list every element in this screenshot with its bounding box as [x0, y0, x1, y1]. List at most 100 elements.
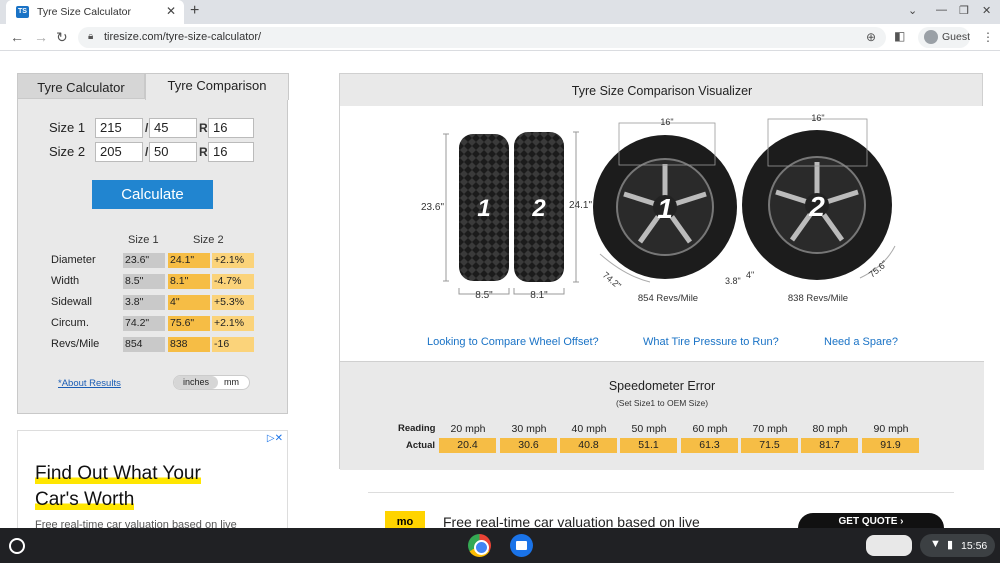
- browser-tab[interactable]: TS Tyre Size Calculator ✕: [6, 0, 184, 24]
- row-label: Circum.: [51, 317, 89, 329]
- col-size2-header: Size 2: [193, 234, 224, 246]
- size2-value: 8.1": [168, 274, 210, 289]
- size2-width-input[interactable]: 205: [95, 142, 143, 162]
- unit-toggle[interactable]: inches mm: [173, 375, 250, 390]
- profile-label: Guest: [942, 31, 971, 43]
- ad-headline: Find Out What Your Car's Worth: [35, 463, 201, 510]
- clock: 15:56: [961, 540, 988, 552]
- reading-value: 90 mph: [873, 423, 909, 435]
- reading-value: 40 mph: [571, 423, 607, 435]
- profile-button[interactable]: Guest: [918, 27, 970, 48]
- slash-separator: /: [145, 121, 149, 135]
- diff-value: -16: [212, 337, 254, 352]
- size1-value: 3.8": [123, 295, 165, 310]
- tread-1-diameter: 23.6": [421, 202, 444, 213]
- about-results-link[interactable]: *About Results: [58, 378, 121, 389]
- reload-icon[interactable]: ↻: [56, 29, 68, 46]
- size2-value: 24.1": [168, 253, 210, 268]
- need-a-spare-link[interactable]: Need a Spare?: [824, 336, 898, 348]
- wheel-1: 1 16" 74.2" 3.8" 854 Revs/Mile: [593, 117, 741, 304]
- size1-width-input[interactable]: 215: [95, 118, 143, 138]
- size2-aspect-input[interactable]: 50: [149, 142, 197, 162]
- wheel-2-circumference: 75.6": [867, 259, 889, 280]
- tire-pressure-link[interactable]: What Tire Pressure to Run?: [643, 336, 779, 348]
- reading-value: 60 mph: [692, 423, 728, 435]
- ad-text: Free real-time car valuation based on li…: [443, 514, 700, 528]
- tread-1-number: 1: [477, 195, 490, 222]
- row-label: Width: [51, 275, 80, 287]
- tyre-calculator-panel: Tyre Calculator Tyre Comparison Size 1 2…: [17, 73, 289, 414]
- system-tray[interactable]: ▼ ▮ 15:56: [920, 534, 995, 557]
- ad-choices-icon[interactable]: ▷✕: [267, 433, 283, 444]
- size1-value: 8.5": [123, 274, 165, 289]
- row-label: Revs/Mile: [51, 338, 100, 350]
- slash-separator: /: [145, 145, 149, 159]
- unit-inches-option[interactable]: inches: [174, 376, 218, 389]
- close-tab-icon[interactable]: ✕: [166, 4, 176, 18]
- wifi-icon: ▼: [930, 538, 941, 550]
- zoom-icon[interactable]: ⊕: [866, 30, 876, 44]
- close-window-icon[interactable]: ✕: [982, 4, 991, 17]
- os-taskbar: ▼ ▮ 15:56: [0, 528, 1000, 563]
- col-size1-header: Size 1: [128, 234, 159, 246]
- size1-value: 74.2": [123, 316, 165, 331]
- reading-label: Reading: [398, 423, 436, 434]
- minimize-icon[interactable]: —: [936, 4, 947, 16]
- actual-value: 61.3: [681, 438, 738, 453]
- diff-value: +2.1%: [212, 253, 254, 268]
- compare-wheel-offset-link[interactable]: Looking to Compare Wheel Offset?: [427, 336, 599, 348]
- size1-rim-input[interactable]: 16: [208, 118, 254, 138]
- launcher-icon[interactable]: [9, 538, 25, 554]
- size1-aspect-input[interactable]: 45: [149, 118, 197, 138]
- actual-value: 40.8: [560, 438, 617, 453]
- actual-label: Actual: [406, 440, 436, 451]
- speedometer-title: Speedometer Error: [608, 379, 716, 393]
- wheel-2-sidewall: 4": [746, 270, 754, 280]
- reading-value: 20 mph: [450, 423, 486, 435]
- reading-value: 70 mph: [752, 423, 788, 435]
- wheel-1-circumference: 74.2": [601, 270, 623, 291]
- address-bar: ← → ↻ 🔒︎ tiresize.com/tyre-size-calculat…: [0, 24, 1000, 51]
- chevron-down-icon[interactable]: ⌄: [908, 4, 917, 17]
- tyre-comparison-visualizer: Tyre Size Comparison Visualizer 1 2 23.6…: [339, 73, 984, 470]
- files-icon[interactable]: [510, 534, 533, 557]
- reading-value: 30 mph: [511, 423, 547, 435]
- wheel-2: 2 16" 75.6" 4" 838 Revs/Mile: [742, 113, 896, 304]
- tread-1-width: 8.5": [475, 290, 493, 301]
- calculate-button[interactable]: Calculate: [92, 180, 213, 209]
- get-quote-button[interactable]: GET QUOTE ›: [798, 513, 944, 528]
- restore-icon[interactable]: ❐: [959, 4, 969, 17]
- advertisement-left[interactable]: ▷✕ Find Out What Your Car's Worth Free r…: [17, 430, 288, 530]
- tab-tyre-calculator[interactable]: Tyre Calculator: [17, 73, 145, 99]
- tab-tyre-comparison[interactable]: Tyre Comparison: [145, 73, 289, 100]
- chrome-icon[interactable]: [468, 534, 491, 557]
- url-field[interactable]: 🔒︎ tiresize.com/tyre-size-calculator/ ⊕: [78, 27, 886, 48]
- back-icon[interactable]: ←: [10, 29, 24, 45]
- visualizer-canvas: 1 2 23.6" 24.1" 8.5" 8.1" 1 16" 74.2" 3.…: [340, 106, 984, 361]
- unit-mm-option[interactable]: mm: [224, 376, 239, 389]
- actual-value: 30.6: [500, 438, 557, 453]
- forward-icon[interactable]: →: [34, 29, 48, 45]
- wheel-2-number: 2: [808, 191, 825, 222]
- wheel-2-revs: 838 Revs/Mile: [788, 293, 848, 304]
- wheel-2-rim: 16": [811, 113, 824, 123]
- advertisement-bottom[interactable]: mo Free real-time car valuation based on…: [368, 492, 954, 528]
- wheel-1-number: 1: [657, 193, 673, 224]
- size2-value: 75.6": [168, 316, 210, 331]
- browser-tab-bar: TS Tyre Size Calculator ✕ + ⌄ — ❐ ✕: [0, 0, 1000, 24]
- actual-value: 51.1: [620, 438, 677, 453]
- menu-icon[interactable]: ⋮: [982, 30, 994, 44]
- diff-value: -4.7%: [212, 274, 254, 289]
- size1-value: 23.6": [123, 253, 165, 268]
- side-panel-icon[interactable]: ◧: [894, 29, 905, 43]
- visualizer-title: Tyre Size Comparison Visualizer: [571, 84, 753, 98]
- size2-rim-input[interactable]: 16: [208, 142, 254, 162]
- tray-thumbnail[interactable]: [866, 535, 912, 556]
- actual-value: 20.4: [439, 438, 496, 453]
- ad-logo: mo: [385, 511, 425, 528]
- tread-2-diameter: 24.1": [569, 200, 592, 211]
- new-tab-button[interactable]: +: [190, 2, 199, 20]
- wheel-1-sidewall: 3.8": [725, 276, 741, 286]
- battery-icon: ▮: [947, 539, 954, 551]
- size2-value: 4": [168, 295, 210, 310]
